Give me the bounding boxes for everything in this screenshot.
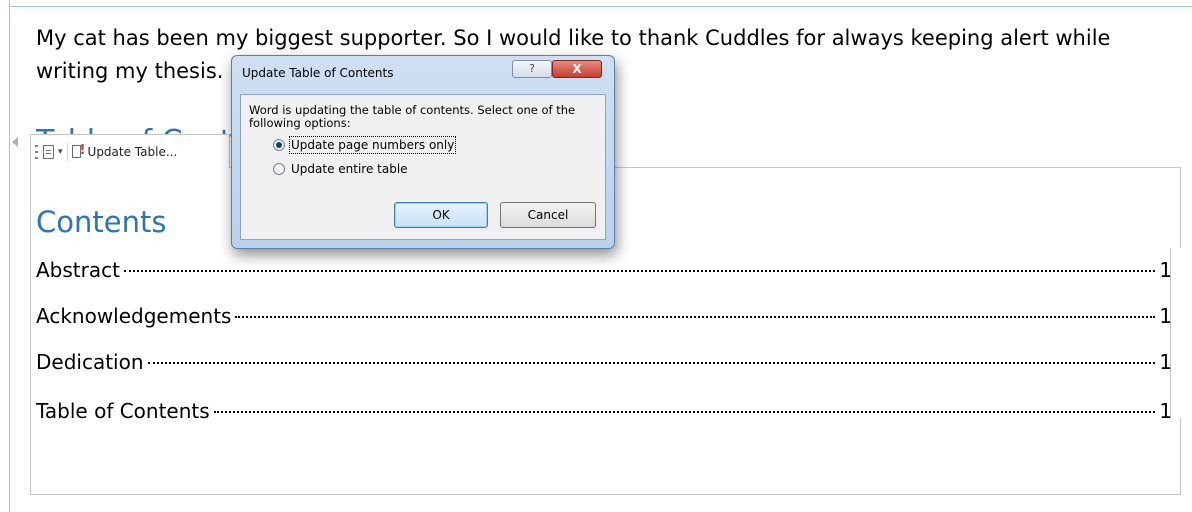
option-page-numbers-only[interactable]: Update page numbers only: [273, 136, 457, 154]
toc-entry-title: Table of Contents: [36, 399, 210, 423]
toc-leader: [123, 270, 1156, 272]
option-label[interactable]: Update page numbers only: [288, 136, 457, 154]
document-page: My cat has been my biggest supporter. So…: [0, 0, 1192, 512]
option-label[interactable]: Update entire table: [291, 162, 408, 176]
toc-icon[interactable]: [43, 144, 54, 159]
contents-heading: Contents: [36, 205, 167, 239]
close-button[interactable]: X: [552, 60, 602, 78]
toc-entry-page: 1: [1159, 258, 1172, 282]
update-table-button[interactable]: Update Table...: [88, 145, 178, 159]
toc-entry-page: 1: [1159, 350, 1172, 374]
update-table-icon[interactable]: !: [71, 143, 85, 159]
radio-button[interactable]: [273, 163, 285, 175]
toc-toolbar: ▾ ! Update Table...: [30, 134, 230, 168]
ok-button[interactable]: OK: [394, 202, 488, 228]
dialog-body: Word is updating the table of contents. …: [240, 94, 606, 240]
toc-entry-page: 1: [1159, 399, 1172, 423]
toolbar-divider: [66, 142, 68, 161]
page-margin-line-top: [9, 6, 1192, 7]
toc-entry[interactable]: Dedication 1: [36, 349, 1172, 375]
toc-entry[interactable]: Abstract 1: [36, 257, 1172, 283]
chevron-down-icon[interactable]: ▾: [58, 147, 63, 157]
dialog-title: Update Table of Contents: [242, 66, 394, 80]
toc-leader: [147, 362, 1156, 364]
toc-entry-title: Abstract: [36, 258, 120, 282]
toc-leader: [235, 316, 1156, 318]
paragraph-line-1: My cat has been my biggest supporter. So…: [36, 26, 1111, 50]
toc-entry-page: 1: [1159, 304, 1172, 328]
grip-icon[interactable]: [35, 144, 39, 159]
page-margin-line: [9, 0, 10, 512]
collapse-heading-icon[interactable]: [12, 137, 18, 147]
radio-button-checked[interactable]: [273, 139, 285, 151]
cancel-button[interactable]: Cancel: [500, 202, 596, 228]
toc-entry-title: Dedication: [36, 350, 144, 374]
toc-entry[interactable]: Acknowledgements 1: [36, 303, 1172, 329]
dialog-message: Word is updating the table of contents. …: [249, 103, 576, 130]
option-entire-table[interactable]: Update entire table: [273, 162, 408, 176]
toc-entry-title: Acknowledgements: [36, 304, 232, 328]
help-button[interactable]: ?: [512, 60, 552, 78]
update-toc-dialog: Update Table of Contents ? X Word is upd…: [231, 55, 615, 249]
toc-entry[interactable]: Table of Contents 1: [36, 398, 1172, 424]
toc-leader: [213, 411, 1156, 413]
